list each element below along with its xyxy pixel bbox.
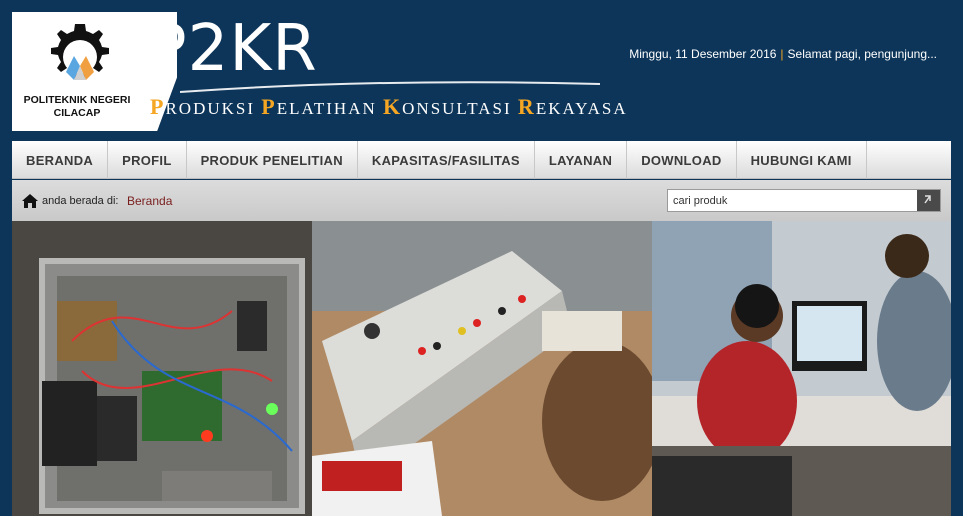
banner-photo-circuit-board: [12, 221, 332, 516]
logo-line-1: POLITEKNIK NEGERI: [23, 94, 131, 106]
search-input[interactable]: [668, 190, 917, 211]
banner-photo-students-lab: [652, 221, 951, 516]
home-icon[interactable]: [22, 194, 38, 208]
nav-download[interactable]: DOWNLOAD: [627, 141, 737, 179]
nav-beranda[interactable]: BERANDA: [12, 141, 109, 179]
nav-layanan[interactable]: LAYANAN: [535, 141, 628, 179]
current-date: Minggu, 11 Desember 2016: [629, 47, 777, 61]
main-nav: BERANDA PROFIL PRODUK PENELITIAN KAPASIT…: [12, 141, 951, 179]
search-button[interactable]: [917, 190, 940, 211]
nav-hubungi-kami[interactable]: HUBUNGI KAMI: [737, 141, 867, 179]
search-box: [667, 189, 941, 212]
nav-profil[interactable]: PROFIL: [108, 141, 187, 179]
nav-produk-penelitian[interactable]: PRODUK PENELITIAN: [187, 141, 358, 179]
tagline-word-1: PRODUKSI: [150, 94, 256, 119]
site-header: POLITEKNIK NEGERI CILACAP P2KR PRODUKSI …: [0, 0, 963, 140]
brand-swoosh-decoration: [180, 81, 600, 93]
brand-title: P2KR: [148, 12, 318, 86]
header-date-greeting: Minggu, 11 Desember 2016 | Selamat pagi, p…: [629, 47, 937, 61]
breadcrumb: anda berada di: Beranda: [12, 180, 951, 221]
tagline-word-4: REKAYASA: [517, 94, 628, 119]
tagline-word-3: KONSULTASI: [383, 94, 512, 119]
hero-banner: [12, 221, 951, 516]
gear-logo-icon: [51, 24, 109, 80]
nav-kapasitas-fasilitas[interactable]: KAPASITAS/FASILITAS: [358, 141, 535, 179]
date-separator: |: [780, 47, 784, 61]
banner-photo-lab-trainer: [312, 221, 672, 516]
breadcrumb-current[interactable]: Beranda: [127, 194, 172, 208]
logo-line-2: CILACAP: [53, 107, 101, 119]
tagline-word-2: PELATIHAN: [261, 94, 377, 119]
greeting-text: Selamat pagi, pengunjung...: [787, 47, 937, 61]
brand-tagline: PRODUKSI PELATIHAN KONSULTASI REKAYASA: [150, 94, 628, 120]
logo-text: POLITEKNIK NEGERI CILACAP: [12, 94, 142, 120]
breadcrumb-prefix: anda berada di:: [42, 195, 119, 207]
search-arrow-icon: [924, 195, 931, 204]
